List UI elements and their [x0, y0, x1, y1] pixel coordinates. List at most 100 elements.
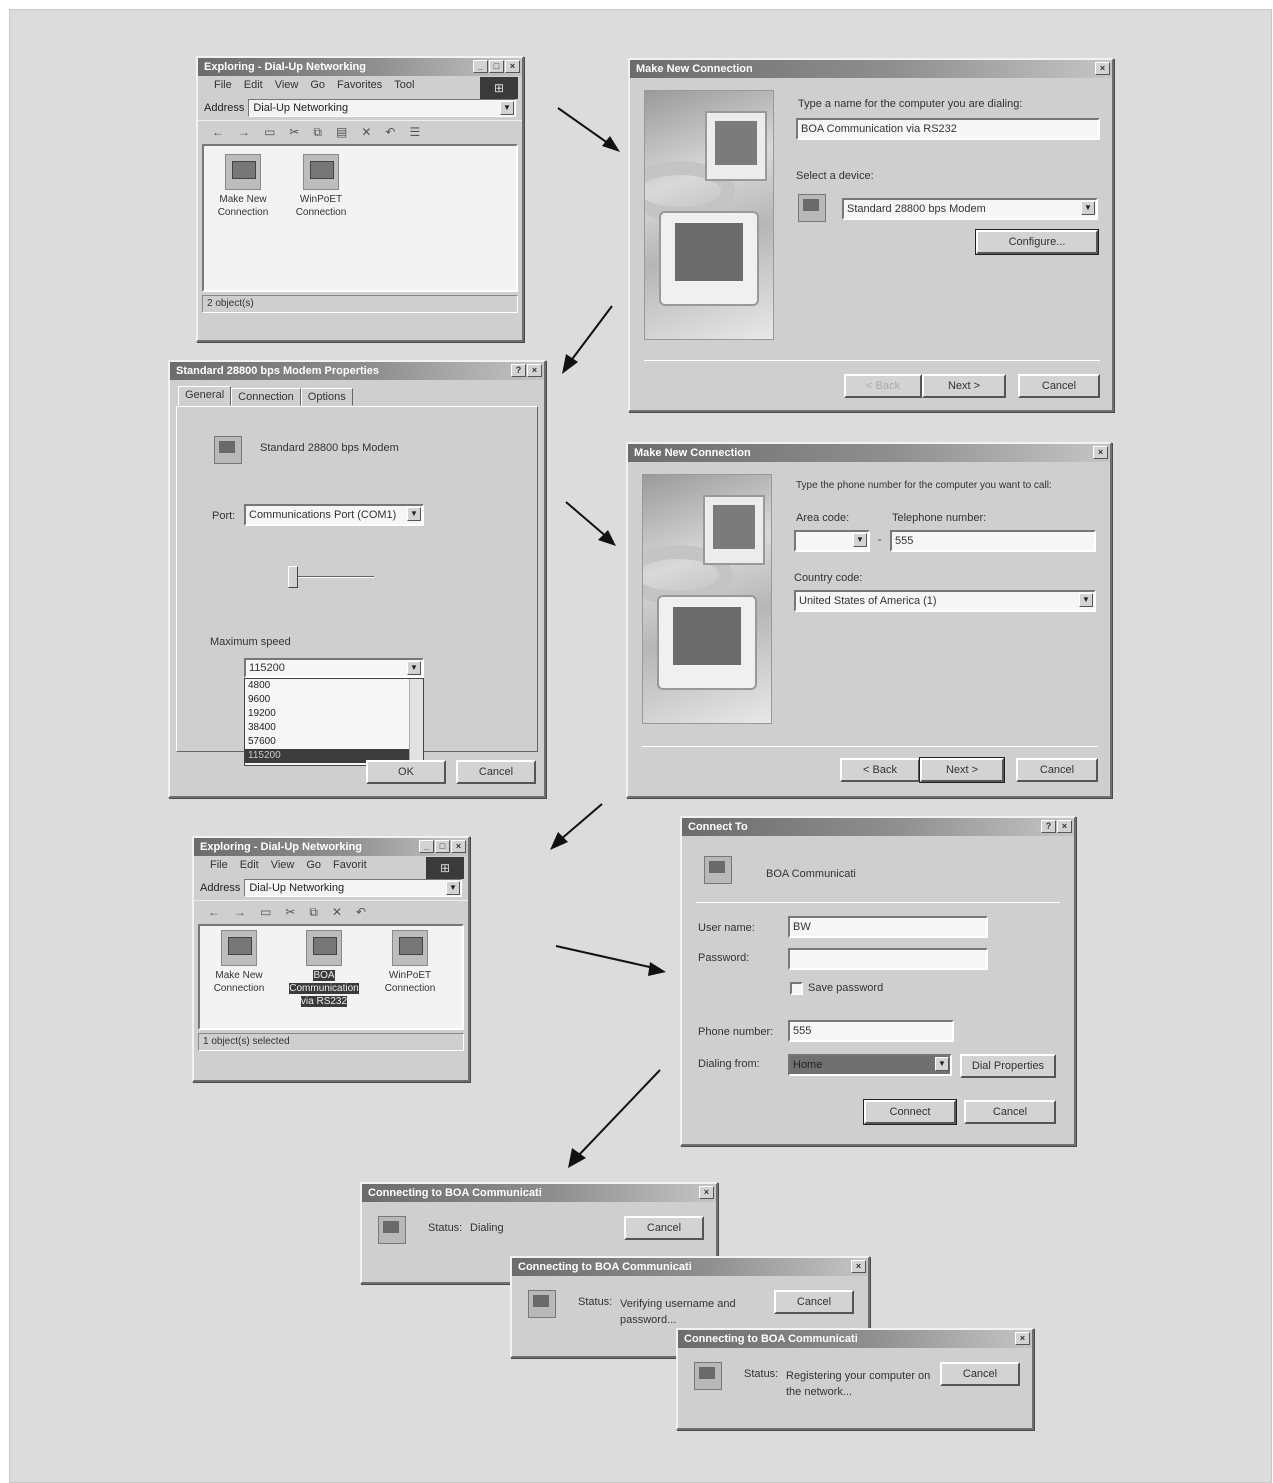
menu-favorites[interactable]: Favorit [333, 859, 367, 876]
boa-connection-icon-item[interactable]: BOA Communication via RS232 [286, 930, 362, 1008]
dialing-from-select[interactable]: Home ▼ [788, 1054, 952, 1076]
delete-icon[interactable]: ✕ [361, 125, 371, 144]
next-button[interactable]: Next > [919, 757, 1005, 783]
winpoet-connection-icon-item[interactable]: WinPoET Connection [286, 154, 356, 219]
next-button[interactable]: Next > [922, 374, 1006, 398]
copy-icon[interactable]: ⧉ [309, 905, 318, 924]
chevron-down-icon[interactable]: ▼ [935, 1057, 949, 1071]
tab-options[interactable]: Options [300, 388, 353, 406]
winpoet-connection-icon-item[interactable]: WinPoET Connection [372, 930, 448, 995]
speed-option[interactable]: 57600 [245, 735, 423, 749]
forward-icon[interactable]: → [238, 125, 250, 144]
cut-icon[interactable]: ✂ [285, 905, 295, 924]
chevron-down-icon[interactable]: ▼ [1079, 593, 1093, 607]
make-new-connection-icon-item[interactable]: Make New Connection [210, 154, 276, 219]
device-select[interactable]: Standard 28800 bps Modem ▼ [842, 198, 1098, 220]
speed-option[interactable]: 9600 [245, 693, 423, 707]
minimize-icon[interactable]: _ [419, 840, 434, 853]
cut-icon[interactable]: ✂ [289, 125, 299, 144]
configure-button[interactable]: Configure... [975, 229, 1099, 255]
user-name-input[interactable]: BW [788, 916, 988, 938]
icon-label: Make New Connection [213, 970, 265, 994]
back-button[interactable]: < Back [844, 374, 922, 398]
ok-button[interactable]: OK [366, 760, 446, 784]
menu-view[interactable]: View [275, 79, 299, 96]
help-icon[interactable]: ? [511, 364, 526, 377]
forward-icon[interactable]: → [234, 905, 246, 924]
menu-file[interactable]: File [210, 859, 228, 876]
make-new-connection-icon-item[interactable]: Make New Connection [204, 930, 274, 995]
menu-go[interactable]: Go [306, 859, 321, 876]
password-input[interactable] [788, 948, 988, 970]
maximize-icon[interactable]: □ [435, 840, 450, 853]
speaker-volume-slider[interactable] [288, 566, 298, 588]
chevron-down-icon[interactable]: ▼ [1081, 201, 1095, 215]
max-speed-select[interactable]: 115200 ▼ [244, 658, 424, 678]
minimize-icon[interactable]: _ [473, 60, 488, 73]
menu-tools[interactable]: Tool [394, 79, 414, 96]
undo-icon[interactable]: ↶ [385, 125, 395, 144]
speed-option[interactable]: 38400 [245, 721, 423, 735]
toolbar: ← → ▭ ✂ ⧉ ▤ ✕ ↶ ☰ [198, 120, 522, 144]
close-icon[interactable]: × [699, 1186, 714, 1199]
speed-option[interactable]: 4800 [245, 679, 423, 693]
chevron-down-icon[interactable]: ▼ [407, 507, 421, 521]
cancel-button[interactable]: Cancel [1016, 758, 1098, 782]
cancel-button[interactable]: Cancel [940, 1362, 1020, 1386]
close-icon[interactable]: × [1095, 62, 1110, 75]
close-icon[interactable]: × [527, 364, 542, 377]
window-title: Exploring - Dial-Up Networking _ □ × [194, 838, 468, 856]
back-button[interactable]: < Back [840, 758, 920, 782]
cancel-button[interactable]: Cancel [624, 1216, 704, 1240]
chevron-down-icon[interactable]: ▼ [446, 881, 460, 895]
address-input[interactable]: Dial-Up Networking ▼ [244, 879, 462, 897]
dial-up-connection-icon [704, 856, 732, 884]
connection-name-input[interactable]: BOA Communication via RS232 [796, 118, 1100, 140]
close-icon[interactable]: × [1093, 446, 1108, 459]
paste-icon[interactable]: ▤ [336, 125, 347, 144]
port-select[interactable]: Communications Port (COM1) ▼ [244, 504, 424, 526]
chevron-down-icon[interactable]: ▼ [500, 101, 514, 115]
area-code-select[interactable]: ▼ [794, 530, 870, 552]
chevron-down-icon[interactable]: ▼ [407, 661, 421, 675]
close-icon[interactable]: × [505, 60, 520, 73]
cancel-button[interactable]: Cancel [1018, 374, 1100, 398]
menu-file[interactable]: File [214, 79, 232, 96]
back-icon[interactable]: ← [212, 125, 224, 144]
menu-edit[interactable]: Edit [244, 79, 263, 96]
close-icon[interactable]: × [851, 1260, 866, 1273]
chevron-down-icon[interactable]: ▼ [853, 533, 867, 547]
properties-icon[interactable]: ☰ [409, 125, 420, 144]
up-folder-icon[interactable]: ▭ [264, 125, 275, 144]
help-icon[interactable]: ? [1041, 820, 1056, 833]
dropdown-scrollbar[interactable] [409, 679, 423, 765]
menu-edit[interactable]: Edit [240, 859, 259, 876]
telephone-input[interactable]: 555 [890, 530, 1096, 552]
icon-label: Make New Connection [217, 194, 269, 218]
close-icon[interactable]: × [1015, 1332, 1030, 1345]
up-folder-icon[interactable]: ▭ [260, 905, 271, 924]
maximize-icon[interactable]: □ [489, 60, 504, 73]
menu-go[interactable]: Go [310, 79, 325, 96]
dialing-from-label: Dialing from: [698, 1058, 760, 1070]
save-password-checkbox[interactable] [790, 982, 803, 995]
dial-properties-button[interactable]: Dial Properties [960, 1054, 1056, 1078]
address-input[interactable]: Dial-Up Networking ▼ [248, 99, 516, 117]
menu-favorites[interactable]: Favorites [337, 79, 382, 96]
cancel-button[interactable]: Cancel [964, 1100, 1056, 1124]
cancel-button[interactable]: Cancel [456, 760, 536, 784]
tab-general[interactable]: General [178, 386, 232, 406]
close-icon[interactable]: × [451, 840, 466, 853]
delete-icon[interactable]: ✕ [332, 905, 342, 924]
copy-icon[interactable]: ⧉ [313, 125, 322, 144]
close-icon[interactable]: × [1057, 820, 1072, 833]
menu-view[interactable]: View [271, 859, 295, 876]
speed-option[interactable]: 19200 [245, 707, 423, 721]
undo-icon[interactable]: ↶ [356, 905, 366, 924]
country-select[interactable]: United States of America (1) ▼ [794, 590, 1096, 612]
cancel-button[interactable]: Cancel [774, 1290, 854, 1314]
back-icon[interactable]: ← [208, 905, 220, 924]
tab-connection[interactable]: Connection [231, 388, 301, 406]
connect-button[interactable]: Connect [863, 1099, 957, 1125]
phone-number-input[interactable]: 555 [788, 1020, 954, 1042]
